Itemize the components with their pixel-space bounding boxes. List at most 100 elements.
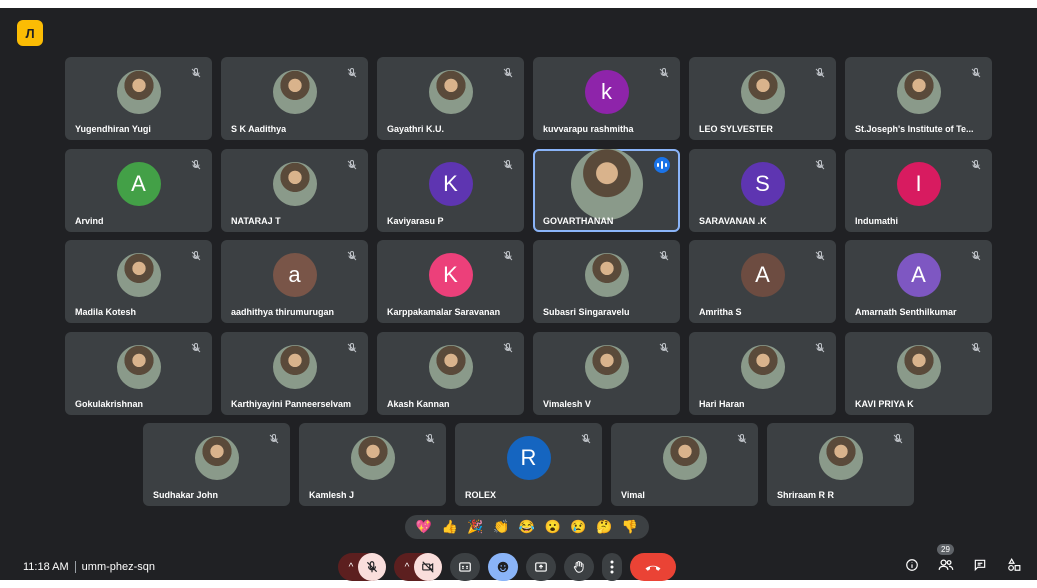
participant-name: Madila Kotesh bbox=[75, 307, 137, 317]
participant-tile[interactable]: LEO SYLVESTER bbox=[689, 57, 836, 140]
people-button[interactable]: 29 bbox=[937, 544, 955, 574]
participant-tile[interactable]: S SARAVANAN .K bbox=[689, 149, 836, 232]
participant-tile[interactable]: St.Joseph's Institute of Te... bbox=[845, 57, 992, 140]
participant-tile[interactable]: R ROLEX bbox=[455, 423, 602, 506]
participant-name: SARAVANAN .K bbox=[699, 216, 767, 226]
captions-button[interactable] bbox=[450, 553, 480, 581]
activities-button[interactable] bbox=[1005, 556, 1023, 574]
reaction-emoji[interactable]: 👎 bbox=[622, 519, 638, 535]
info-button[interactable] bbox=[903, 556, 921, 574]
participant-avatar bbox=[272, 344, 317, 389]
reaction-emoji[interactable]: 👏 bbox=[493, 519, 509, 535]
app-logo[interactable]: Л bbox=[17, 20, 43, 46]
reaction-emoji[interactable]: 😢 bbox=[570, 519, 586, 535]
mic-off-icon bbox=[190, 158, 202, 170]
participant-name: St.Joseph's Institute of Te... bbox=[855, 124, 974, 134]
participant-tile[interactable]: S K Aadithya bbox=[221, 57, 368, 140]
speaking-indicator-icon bbox=[654, 157, 670, 173]
participant-tile[interactable]: k kuvvarapu rashmitha bbox=[533, 57, 680, 140]
mic-off-icon bbox=[190, 341, 202, 353]
participant-avatar: K bbox=[428, 252, 473, 297]
chat-icon bbox=[974, 559, 986, 572]
participant-tile[interactable]: A Amarnath Senthilkumar bbox=[845, 240, 992, 323]
mic-off-icon bbox=[658, 341, 670, 353]
participant-name: Subasri Singaravelu bbox=[543, 307, 630, 317]
participant-avatar: R bbox=[506, 435, 551, 480]
participant-tile[interactable]: Madila Kotesh bbox=[65, 240, 212, 323]
mic-off-icon bbox=[366, 561, 378, 573]
participant-avatar bbox=[428, 344, 473, 389]
camera-control-group: ^ bbox=[394, 553, 442, 581]
participant-count-badge: 29 bbox=[937, 544, 954, 555]
reaction-emoji[interactable]: 🤔 bbox=[596, 519, 612, 535]
participant-avatar: A bbox=[740, 252, 785, 297]
participant-name: Vimal bbox=[621, 490, 645, 500]
participant-tile[interactable]: A Arvind bbox=[65, 149, 212, 232]
captions-icon bbox=[459, 562, 471, 572]
mic-off-icon bbox=[814, 66, 826, 78]
reaction-emoji[interactable]: 🎉 bbox=[467, 519, 483, 535]
participant-tile[interactable]: Gayathri K.U. bbox=[377, 57, 524, 140]
mic-off-button[interactable] bbox=[358, 553, 386, 581]
mic-off-icon bbox=[736, 432, 748, 444]
participant-tile[interactable]: GOVARTHANAN bbox=[533, 149, 680, 232]
more-options-button[interactable] bbox=[602, 553, 622, 581]
mic-options-chevron-icon[interactable]: ^ bbox=[344, 562, 358, 573]
participant-tile[interactable]: K Kaviyarasu P bbox=[377, 149, 524, 232]
participant-name: Yugendhiran Yugi bbox=[75, 124, 151, 134]
participant-tile[interactable]: Subasri Singaravelu bbox=[533, 240, 680, 323]
call-controls: ^ ^ bbox=[338, 552, 676, 582]
participant-row: Sudhakar John Kamlesh J R ROLEX Vimal Shriraa… bbox=[143, 423, 914, 506]
participant-avatar bbox=[428, 69, 473, 114]
participant-name: Kamlesh J bbox=[309, 490, 355, 500]
emoji-button[interactable] bbox=[488, 553, 518, 581]
participant-tile[interactable]: K Karppakamalar Saravanan bbox=[377, 240, 524, 323]
participant-tile[interactable]: Yugendhiran Yugi bbox=[65, 57, 212, 140]
participant-avatar bbox=[272, 69, 317, 114]
participant-tile[interactable]: Vimalesh V bbox=[533, 332, 680, 415]
chat-button[interactable] bbox=[971, 556, 989, 574]
participant-tile[interactable]: Kamlesh J bbox=[299, 423, 446, 506]
participant-tile[interactable]: a aadhithya thirumurugan bbox=[221, 240, 368, 323]
participant-tile[interactable]: Karthiyayini Panneerselvam bbox=[221, 332, 368, 415]
present-button[interactable] bbox=[526, 553, 556, 581]
participant-avatar: A bbox=[896, 252, 941, 297]
participant-avatar bbox=[116, 344, 161, 389]
emoji-icon bbox=[497, 561, 509, 573]
participant-tile[interactable]: Shriraam R R bbox=[767, 423, 914, 506]
mic-off-icon bbox=[346, 249, 358, 261]
camera-off-button[interactable] bbox=[414, 553, 442, 581]
mic-off-icon bbox=[814, 249, 826, 261]
screen-top-border bbox=[0, 0, 1037, 8]
participant-avatar bbox=[896, 344, 941, 389]
meeting-details: 11:18 AM umm-phez-sqn bbox=[23, 561, 155, 573]
mic-off-icon bbox=[814, 158, 826, 170]
reaction-emoji[interactable]: 😂 bbox=[519, 519, 535, 535]
end-call-button[interactable] bbox=[630, 553, 676, 581]
reaction-emoji[interactable]: 💖 bbox=[416, 519, 432, 535]
side-actions: 29 bbox=[903, 544, 1023, 574]
participant-tile[interactable]: Vimal bbox=[611, 423, 758, 506]
participant-tile[interactable]: NATARAJ T bbox=[221, 149, 368, 232]
participant-row: A Arvind NATARAJ T K Kaviyarasu P GOVARTHANAN… bbox=[65, 149, 992, 232]
reaction-emoji[interactable]: 👍 bbox=[442, 519, 458, 535]
participant-tile[interactable]: Sudhakar John bbox=[143, 423, 290, 506]
reaction-emoji[interactable]: 😮 bbox=[545, 519, 561, 535]
participant-name: Vimalesh V bbox=[543, 399, 591, 409]
participant-avatar bbox=[570, 149, 643, 220]
raise-hand-button[interactable] bbox=[564, 553, 594, 581]
participant-avatar bbox=[818, 435, 863, 480]
participant-tile[interactable]: I Indumathi bbox=[845, 149, 992, 232]
participant-name: Hari Haran bbox=[699, 399, 745, 409]
participant-tile[interactable]: Akash Kannan bbox=[377, 332, 524, 415]
meeting-code[interactable]: umm-phez-sqn bbox=[82, 561, 155, 573]
participant-tile[interactable]: KAVI PRIYA K bbox=[845, 332, 992, 415]
participant-tile[interactable]: Gokulakrishnan bbox=[65, 332, 212, 415]
participant-name: Sudhakar John bbox=[153, 490, 219, 500]
participant-tile[interactable]: Hari Haran bbox=[689, 332, 836, 415]
participant-name: Karppakamalar Saravanan bbox=[387, 307, 501, 317]
participant-tile[interactable]: A Amritha S bbox=[689, 240, 836, 323]
participant-name: NATARAJ T bbox=[231, 216, 281, 226]
mic-off-icon bbox=[658, 66, 670, 78]
camera-options-chevron-icon[interactable]: ^ bbox=[400, 562, 414, 573]
